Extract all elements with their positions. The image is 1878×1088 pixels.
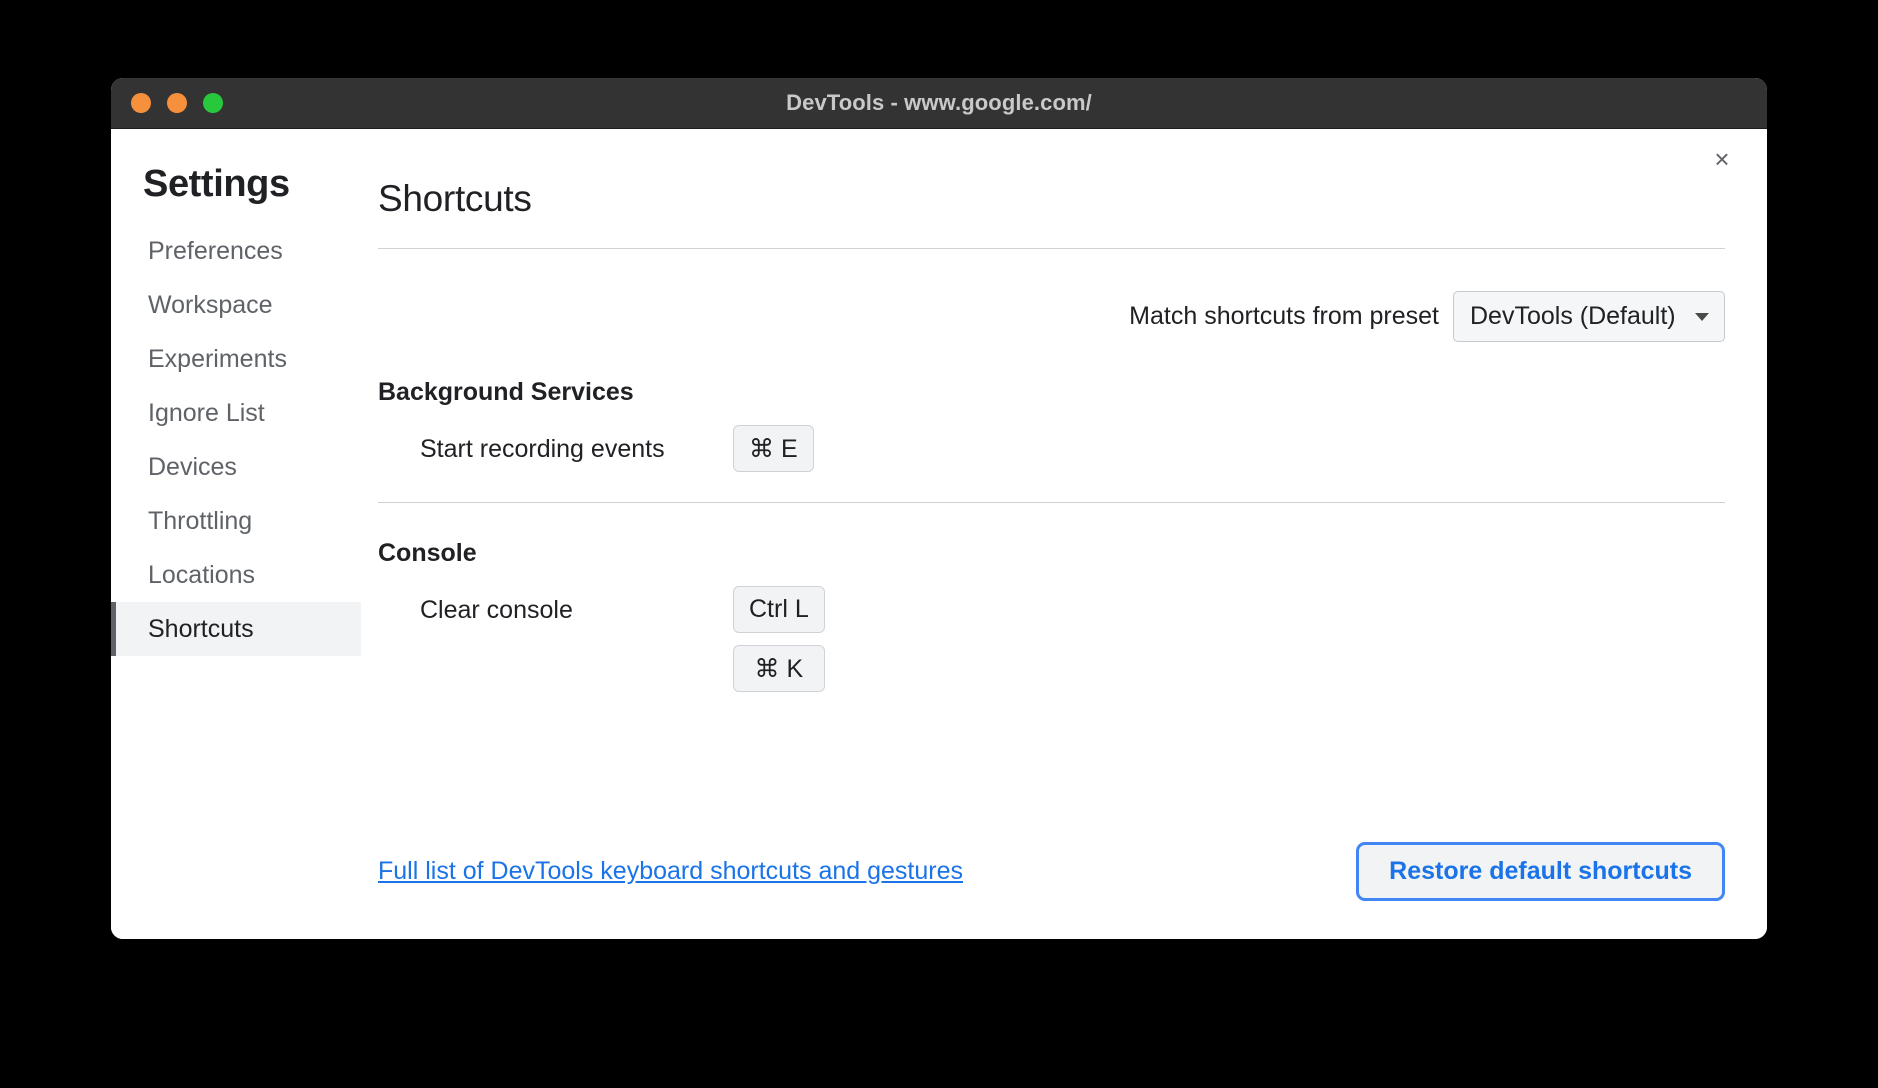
sidebar-item-workspace[interactable]: Workspace <box>111 278 361 332</box>
sidebar-item-preferences[interactable]: Preferences <box>111 224 361 278</box>
section-title-background-services: Background Services <box>378 378 1725 407</box>
shortcut-label-clear-console: Clear console <box>378 586 733 635</box>
window-close-button[interactable] <box>131 93 151 113</box>
panel-title: Shortcuts <box>378 178 1725 220</box>
restore-default-shortcuts-button[interactable]: Restore default shortcuts <box>1356 842 1725 902</box>
devtools-window: DevTools - www.google.com/ Settings Pref… <box>111 78 1767 939</box>
full-shortcut-list-link[interactable]: Full list of DevTools keyboard shortcuts… <box>378 857 963 886</box>
sidebar-item-shortcuts[interactable]: Shortcuts <box>111 602 361 656</box>
section-divider <box>378 502 1725 503</box>
chevron-down-icon <box>1695 313 1709 321</box>
page-title: Settings <box>111 164 361 206</box>
shortcut-row: Start recording events ⌘ E <box>378 425 1725 474</box>
title-divider <box>378 248 1725 249</box>
close-icon[interactable]: × <box>1705 142 1739 176</box>
window-maximize-button[interactable] <box>203 93 223 113</box>
window-body: Settings Preferences Workspace Experimen… <box>111 129 1767 939</box>
sidebar-item-experiments[interactable]: Experiments <box>111 332 361 386</box>
key-chip[interactable]: ⌘ K <box>733 645 825 692</box>
shortcut-keys: ⌘ E <box>733 425 814 472</box>
shortcuts-panel: × Shortcuts Match shortcuts from preset … <box>361 129 1767 939</box>
key-chip[interactable]: ⌘ E <box>733 425 814 472</box>
sidebar-item-devices[interactable]: Devices <box>111 440 361 494</box>
settings-sidebar: Settings Preferences Workspace Experimen… <box>111 129 361 939</box>
shortcut-row: Clear console Ctrl L ⌘ K <box>378 586 1725 692</box>
sidebar-item-locations[interactable]: Locations <box>111 548 361 602</box>
preset-select[interactable]: DevTools (Default) <box>1453 291 1725 342</box>
key-chip[interactable]: Ctrl L <box>733 586 825 633</box>
sidebar-item-ignore-list[interactable]: Ignore List <box>111 386 361 440</box>
preset-row: Match shortcuts from preset DevTools (De… <box>378 291 1725 342</box>
preset-label: Match shortcuts from preset <box>1129 302 1439 331</box>
traffic-light-group <box>111 93 223 113</box>
sidebar-item-throttling[interactable]: Throttling <box>111 494 361 548</box>
window-title: DevTools - www.google.com/ <box>111 90 1767 116</box>
desktop-background: DevTools - www.google.com/ Settings Pref… <box>0 0 1878 1088</box>
section-title-console: Console <box>378 539 1725 568</box>
preset-select-value: DevTools (Default) <box>1470 302 1676 331</box>
panel-footer: Full list of DevTools keyboard shortcuts… <box>378 842 1725 902</box>
shortcut-label-start-recording-events: Start recording events <box>378 425 733 474</box>
shortcut-keys: Ctrl L ⌘ K <box>733 586 825 692</box>
window-minimize-button[interactable] <box>167 93 187 113</box>
window-titlebar: DevTools - www.google.com/ <box>111 78 1767 129</box>
